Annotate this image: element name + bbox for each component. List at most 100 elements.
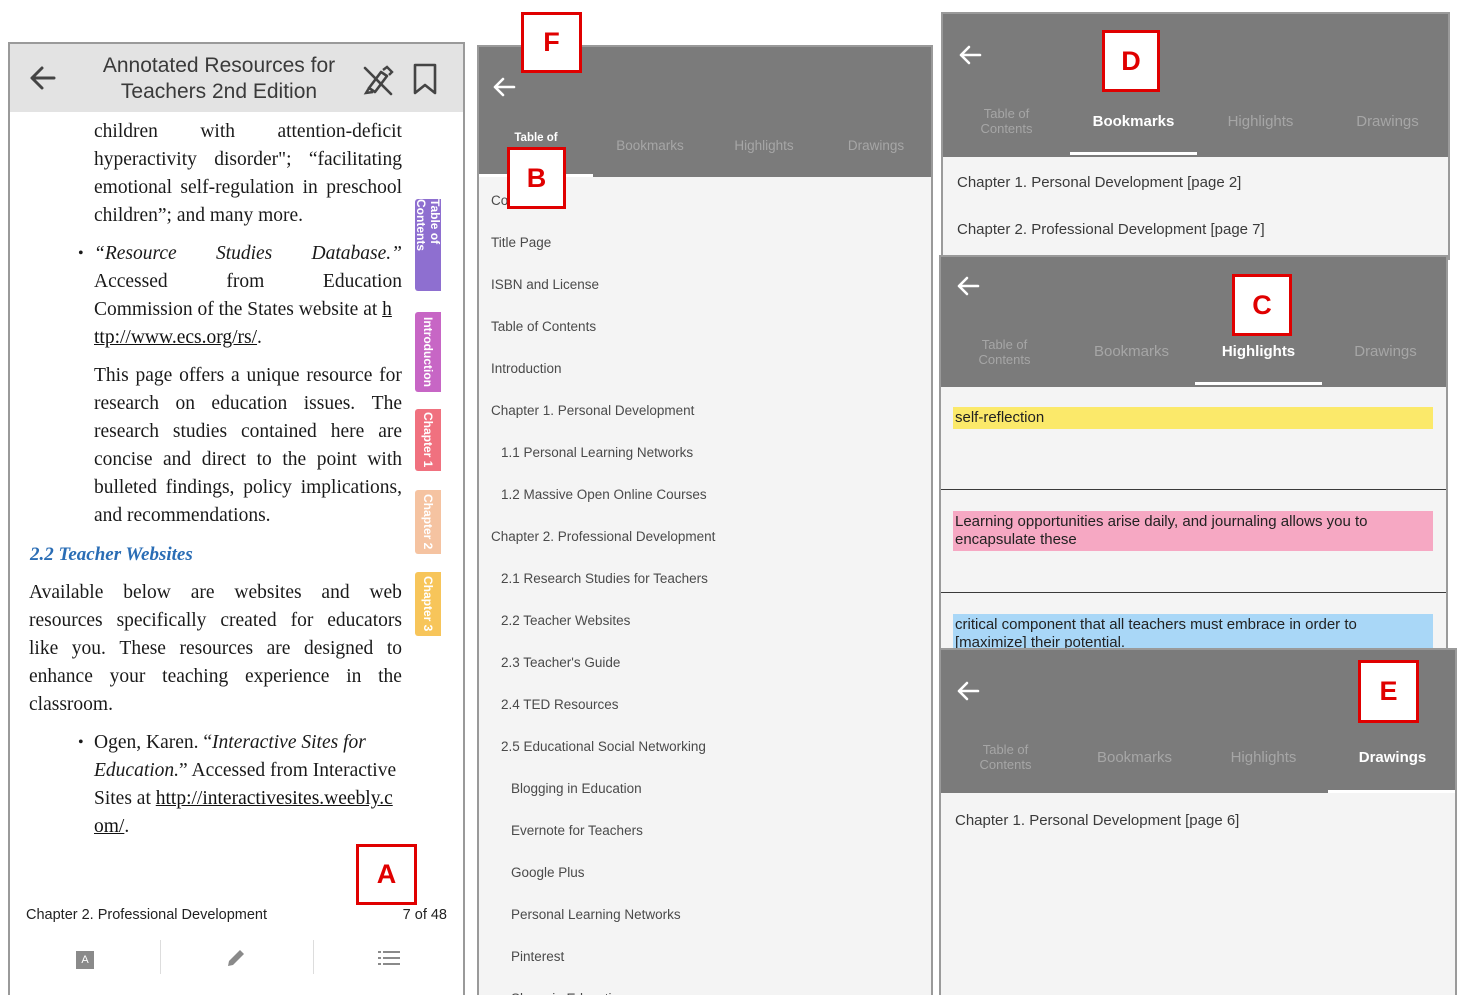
tab-table-of-contents[interactable]: Table of Contents [943,106,1070,136]
text-line: Sites at http://interactivesites.weebly.… [94,788,393,809]
font-size-button[interactable]: A [10,940,160,980]
tab-table-of-contents[interactable]: Table of Contents [414,199,442,291]
toc-item[interactable]: Chapter 1. Personal Development [491,403,694,418]
tab-chapter-3[interactable]: Chapter 3 [415,572,441,636]
tab-table-of-contents[interactable]: Table of Contents [941,337,1068,367]
link-ecs[interactable]: ttp://www.ecs.org/rs/ [94,327,257,348]
toc-item[interactable]: 2.2 Teacher Websites [501,613,630,628]
tab-bookmarks[interactable]: Bookmarks [1068,344,1195,359]
tab-chapter-1[interactable]: Chapter 1 [415,409,441,471]
tab-drawings[interactable]: Drawings [1322,344,1446,359]
text-line: children with attention-deficit [94,121,402,142]
text-line: Available below are websites and web [29,582,402,603]
text-line: hyperactivity disorder"; “facilitating [94,149,402,170]
callout-b: B [507,147,566,209]
contents-button[interactable] [314,940,463,980]
pencil-icon [225,947,247,974]
text-line: concise and direct to the point with [94,449,402,470]
link-ecs[interactable]: h [382,299,392,320]
toc-item[interactable]: Blogging in Education [511,781,642,796]
divider [941,592,1446,593]
tab-highlights[interactable]: Highlights [1199,750,1328,765]
toc-item[interactable]: Co [491,193,508,208]
back-arrow-icon[interactable] [955,40,985,70]
toc-item[interactable]: ISBN and License [491,277,599,292]
back-arrow-icon[interactable] [953,271,983,301]
callout-f: F [521,12,582,73]
toc-item[interactable]: 1.2 Massive Open Online Courses [501,487,707,502]
toc-item[interactable]: Introduction [491,361,562,376]
page-indicator: 7 of 48 [402,907,447,923]
tab-bookmarks[interactable]: Bookmarks [1070,750,1199,765]
text-line: enhance your teaching experience in the [29,666,402,687]
current-chapter-label: Chapter 2. Professional Development [26,907,267,923]
callout-c: C [1232,274,1292,336]
tab-table-of-contents[interactable]: Table of [479,131,593,146]
toc-item[interactable]: Personal Learning Networks [511,907,681,922]
highlighter-off-icon[interactable] [361,64,395,96]
text-line: classroom. [29,694,113,715]
toc-item[interactable]: 2.3 Teacher's Guide [501,655,620,670]
text-line: research studies contained here are [94,421,402,442]
book-title: Annotated Resources for Teachers 2nd Edi… [102,54,336,103]
tab-drawings[interactable]: Drawings [819,138,931,153]
toc-item[interactable]: Evernote for Teachers [511,823,643,838]
text-line: bulleted findings, policy implications, [94,477,402,498]
callout-e: E [1358,660,1419,723]
active-tab-indicator [1195,382,1322,385]
active-tab-indicator [1328,790,1455,793]
bookmark-item[interactable]: Chapter 2. Professional Development [pag… [957,221,1265,238]
tab-chapter-2[interactable]: Chapter 2 [415,490,441,554]
list-icon [378,949,400,972]
tab-bookmarks[interactable]: Bookmarks [1070,114,1197,129]
bookmark-item[interactable]: Chapter 1. Personal Development [page 2] [957,174,1241,191]
toc-item[interactable]: Table of Contents [491,319,596,334]
highlights-panel: Table of Contents Bookmarks Highlights Dr… [939,255,1448,655]
tab-highlights[interactable]: Highlights [1197,114,1324,129]
toc-item[interactable]: Title Page [491,235,551,250]
toc-item[interactable]: 2.5 Educational Social Networking [501,739,706,754]
text-line: Commission of the States website at h [94,299,392,320]
tab-introduction[interactable]: Introduction [415,312,441,392]
text-line: children”; and many more. [94,205,304,226]
text-line: om/. [94,816,130,837]
callout-d: D [1102,30,1160,92]
back-arrow-icon[interactable] [953,676,983,706]
toc-item[interactable]: Skype in Education [511,991,627,995]
active-tab-indicator [1070,152,1197,155]
bookmarks-header: Table of Contents Bookmarks Highlights Dr… [943,14,1448,157]
tab-table-of-contents[interactable]: Table of Contents [941,742,1070,772]
link-interactivesites[interactable]: om/ [94,816,124,837]
text-line: Education.” Accessed from Interactive [94,760,397,781]
text-line: like you. These resources are designed to [29,638,402,659]
toc-item[interactable]: Google Plus [511,865,585,880]
tab-bookmarks[interactable]: Bookmarks [593,138,707,153]
tab-highlights[interactable]: Highlights [707,138,821,153]
tab-drawings[interactable]: Drawings [1324,114,1448,129]
highlights-header: Table of Contents Bookmarks Highlights Dr… [941,257,1446,387]
drawing-item[interactable]: Chapter 1. Personal Development [page 6] [955,812,1239,829]
divider [941,489,1446,490]
toc-item[interactable]: Pinterest [511,949,564,964]
toc-item[interactable]: Chapter 2. Professional Development [491,529,715,544]
link-interactivesites[interactable]: http://interactivesites.weebly.c [156,788,393,809]
back-arrow-icon[interactable] [24,58,64,98]
callout-a: A [356,844,417,905]
text-line: ttp://www.ecs.org/rs/. [94,327,262,348]
bookmark-icon[interactable] [410,62,440,96]
toc-item[interactable]: 2.4 TED Resources [501,697,619,712]
reader-toolbar: A [10,940,463,980]
bullet-dot: • [78,245,84,262]
text-line: Accessed from Education [94,271,402,292]
tab-highlights[interactable]: Highlights [1195,344,1322,359]
toc-item[interactable]: 2.1 Research Studies for Teachers [501,571,708,586]
highlight-item[interactable]: Learning opportunities arise daily, and … [953,511,1433,551]
toc-item[interactable]: 1.1 Personal Learning Networks [501,445,693,460]
draw-button[interactable] [161,940,311,980]
text-line: “Resource Studies Database.” [94,243,402,264]
tab-drawings[interactable]: Drawings [1328,750,1455,765]
back-arrow-icon[interactable] [489,72,519,102]
bullet-dot: • [78,734,84,751]
text-line: emotional self-regulation in preschool [94,177,402,198]
highlight-item[interactable]: self-reflection [953,407,1433,429]
